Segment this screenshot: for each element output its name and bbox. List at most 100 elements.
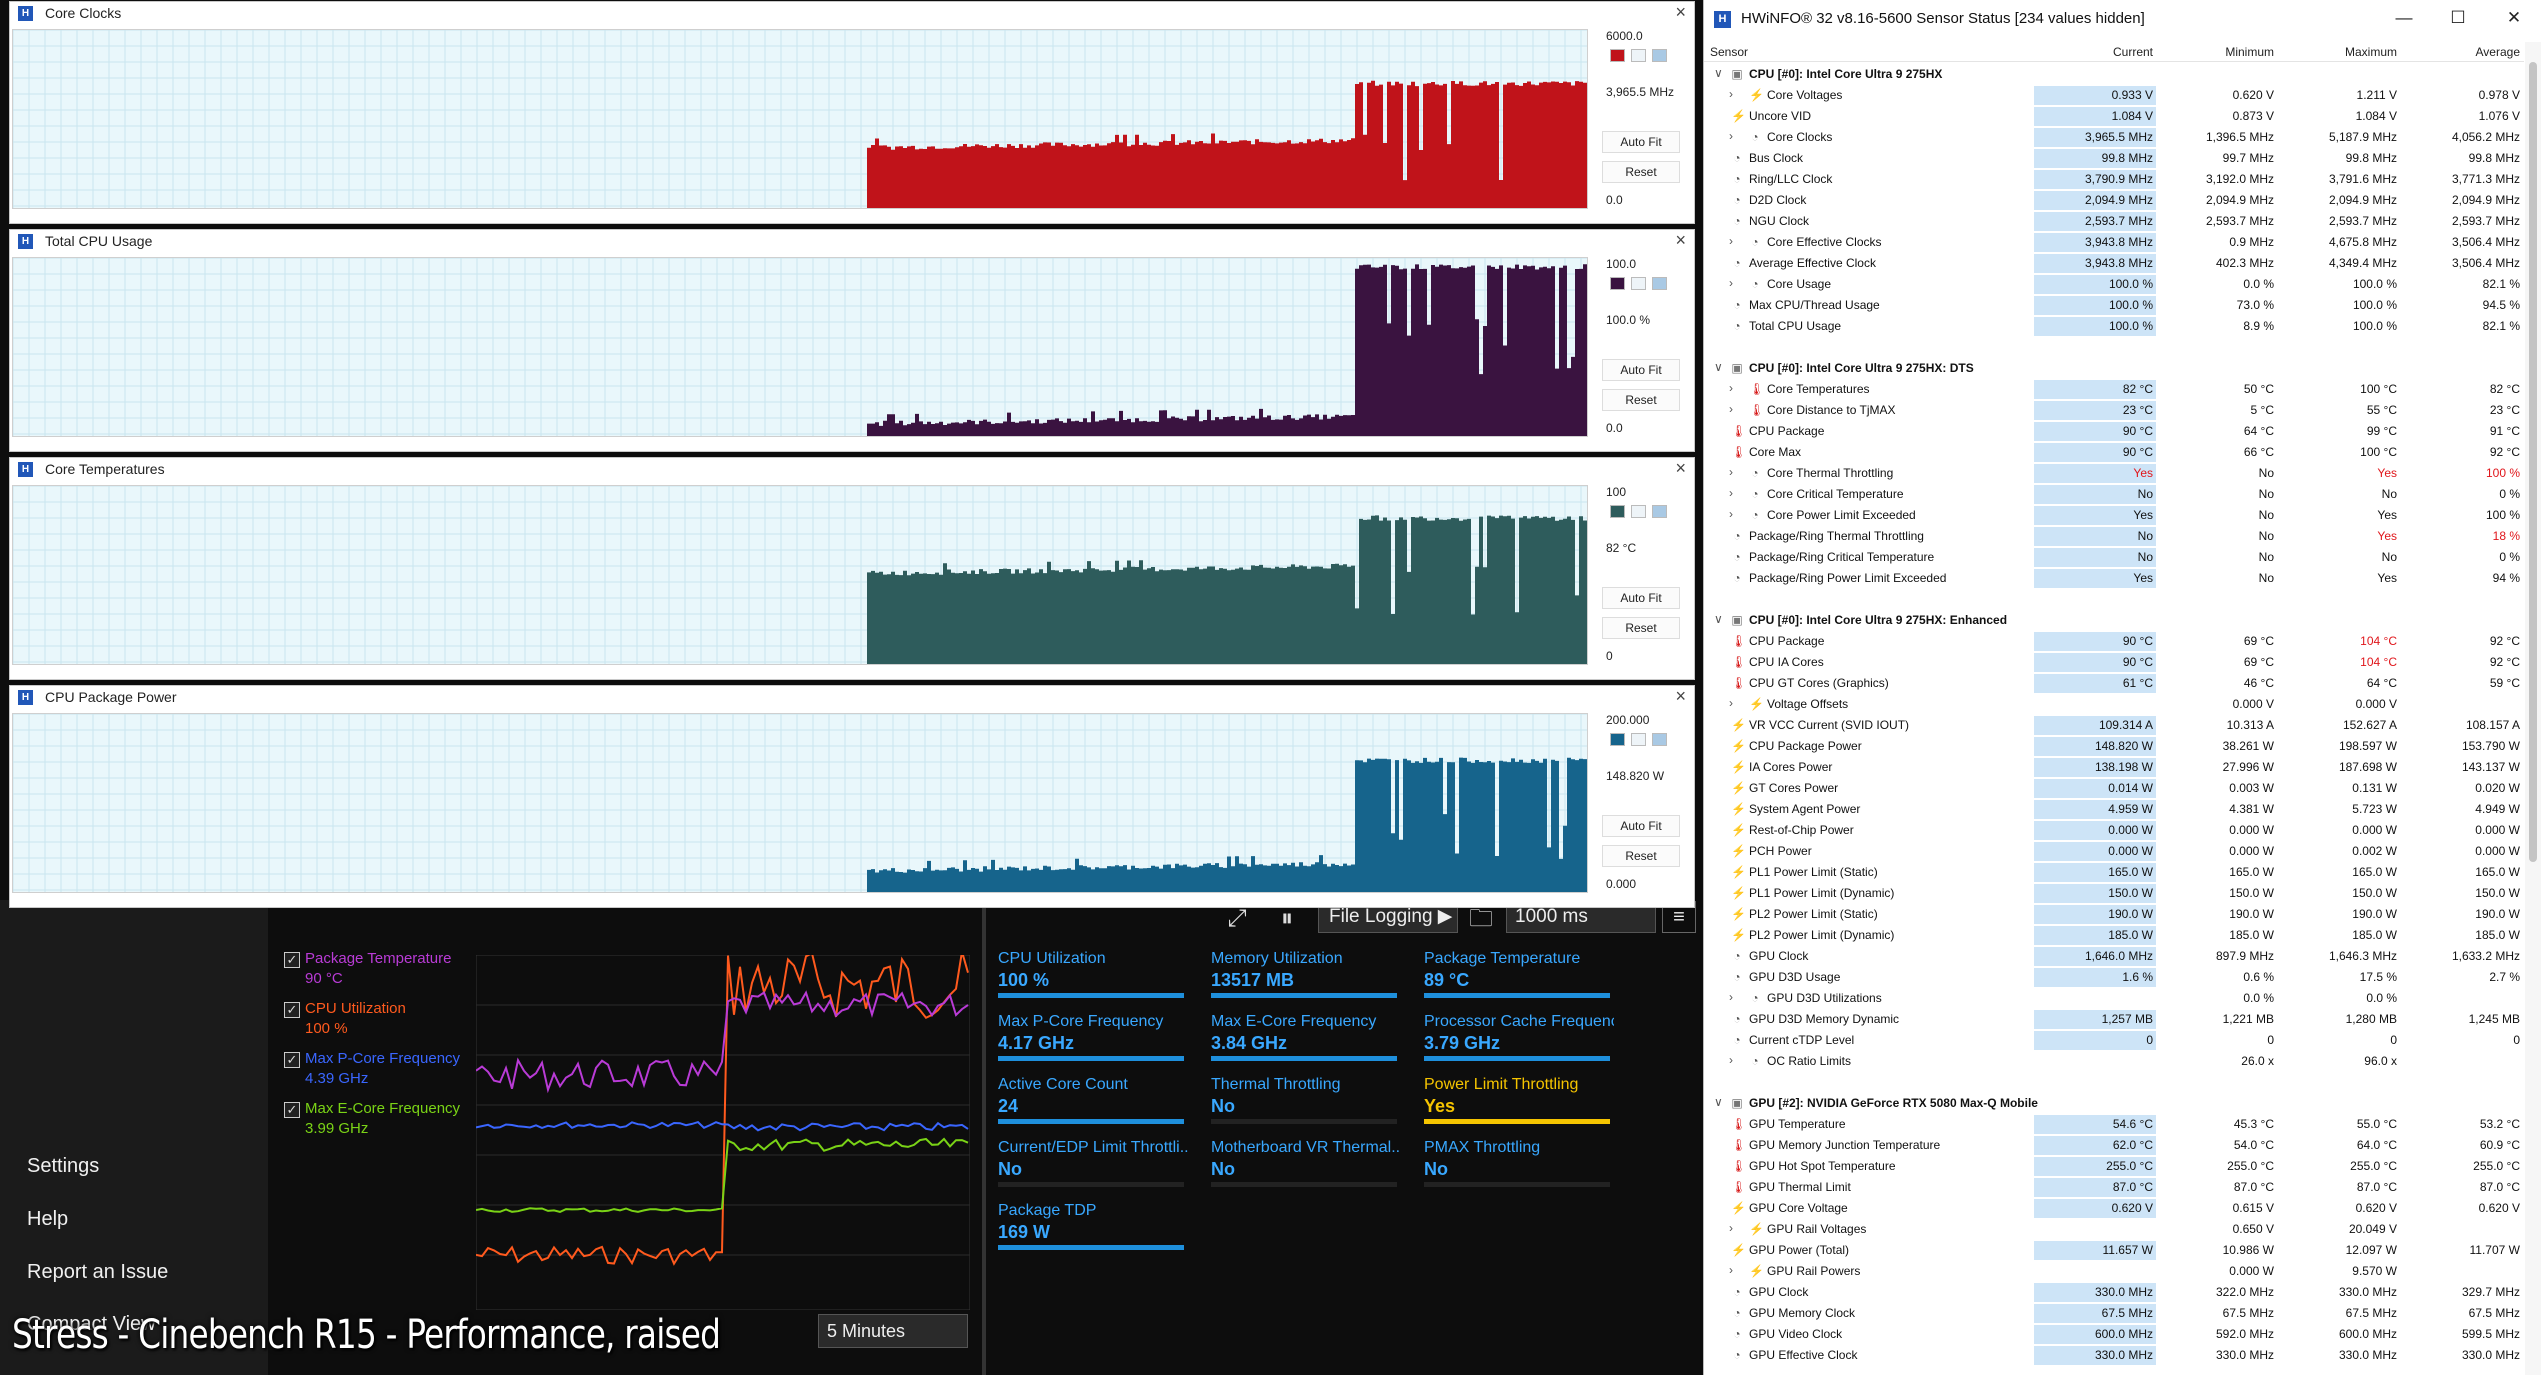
expand-icon[interactable]: › bbox=[1729, 1263, 1733, 1277]
sensor-row[interactable]: ⚡ Rest-of-Chip Power 0.000 W 0.000 W 0.000 W… bbox=[1704, 820, 2524, 841]
sensor-row[interactable]: 🌡 GPU Hot Spot Temperature 255.0 °C 255.0 °… bbox=[1704, 1156, 2524, 1177]
sensor-row[interactable]: ◔ GPU Memory Clock 67.5 MHz 67.5 MHz 67.5 MH… bbox=[1704, 1303, 2524, 1324]
expand-icon[interactable]: › bbox=[1729, 1221, 1733, 1235]
sensor-row[interactable]: ◔ GPU Clock 1,646.0 MHz 897.9 MHz 1,646.3 MH… bbox=[1704, 946, 2524, 967]
sensor-row[interactable]: ◔ Package/Ring Critical Temperature No No No… bbox=[1704, 547, 2524, 568]
sensor-row[interactable]: 🌡 CPU GT Cores (Graphics) 61 °C 46 °C 64 °C 5… bbox=[1704, 673, 2524, 694]
collapse-icon[interactable]: ∨ bbox=[1714, 66, 1723, 80]
sensor-group[interactable]: ∨ ▣ CPU [#0]: Intel Core Ultra 9 275HX: DT… bbox=[1704, 358, 2524, 379]
expand-icon[interactable]: › bbox=[1729, 1053, 1733, 1067]
graph-background-swatch[interactable] bbox=[1631, 733, 1646, 746]
graph-background-swatch[interactable] bbox=[1631, 277, 1646, 290]
legend-checkbox[interactable]: ✓ bbox=[284, 1052, 300, 1068]
collapse-icon[interactable]: ∨ bbox=[1714, 360, 1723, 374]
sensor-row[interactable]: 🌡 CPU IA Cores 90 °C 69 °C 104 °C 92 °C bbox=[1704, 652, 2524, 673]
sensor-row[interactable]: ⚡ PL1 Power Limit (Dynamic) 150.0 W 150.0 W… bbox=[1704, 883, 2524, 904]
sensor-row[interactable]: 🌡 GPU Thermal Limit 87.0 °C 87.0 °C 87.0 °C 8… bbox=[1704, 1177, 2524, 1198]
sensor-row[interactable]: ⚡ PL2 Power Limit (Static) 190.0 W 190.0 W 1… bbox=[1704, 904, 2524, 925]
sensor-row[interactable]: ⚡ GPU Power (Total) 11.657 W 10.986 W 12.097… bbox=[1704, 1240, 2524, 1261]
col-sensor[interactable]: Sensor bbox=[1710, 45, 1748, 59]
close-icon[interactable]: × bbox=[1675, 686, 1686, 707]
sensor-row[interactable]: › 🌡 Core Distance to TjMAX 23 °C 5 °C 55 °C 23… bbox=[1704, 400, 2524, 421]
expand-icon[interactable]: › bbox=[1729, 696, 1733, 710]
legend-checkbox[interactable]: ✓ bbox=[284, 1002, 300, 1018]
graph-grid-swatch[interactable] bbox=[1652, 49, 1667, 62]
graph-window[interactable]: H CPU Package Power × 200.000 148.820 W Auto … bbox=[9, 685, 1695, 908]
sensor-row[interactable]: ◔ GPU D3D Memory Dynamic 1,257 MB 1,221 MB 1… bbox=[1704, 1009, 2524, 1030]
collapse-icon[interactable]: ∨ bbox=[1714, 1095, 1723, 1109]
expand-icon[interactable]: › bbox=[1729, 87, 1733, 101]
sensor-row[interactable]: › ◔ Core Critical Temperature No No No 0 % bbox=[1704, 484, 2524, 505]
help-link[interactable]: Help bbox=[27, 1208, 68, 1231]
sensor-row[interactable]: › ◔ Core Effective Clocks 3,943.8 MHz 0.9 MH… bbox=[1704, 232, 2524, 253]
close-icon[interactable]: × bbox=[1675, 2, 1686, 23]
sensor-row[interactable]: › ◔ GPU D3D Utilizations 0.0 % 0.0 % bbox=[1704, 988, 2524, 1009]
close-icon[interactable]: × bbox=[1675, 458, 1686, 479]
sensor-row[interactable]: ⚡ PL2 Power Limit (Dynamic) 185.0 W 185.0 W… bbox=[1704, 925, 2524, 946]
sensor-row[interactable]: ⚡ GPU Core Voltage 0.620 V 0.615 V 0.620 V 0.… bbox=[1704, 1198, 2524, 1219]
sensor-row[interactable]: › 🌡 Core Temperatures 82 °C 50 °C 100 °C 82 °C bbox=[1704, 379, 2524, 400]
scrollbar[interactable] bbox=[2525, 42, 2541, 1375]
sensor-group[interactable]: ∨ ▣ CPU [#0]: Intel Core Ultra 9 275HX bbox=[1704, 64, 2524, 85]
sensor-row[interactable]: ◔ GPU Clock 330.0 MHz 322.0 MHz 330.0 MHz 329… bbox=[1704, 1282, 2524, 1303]
sensor-row[interactable]: ◔ GPU Video Clock 600.0 MHz 592.0 MHz 600.0 … bbox=[1704, 1324, 2524, 1345]
sensor-group[interactable]: ∨ ▣ CPU [#0]: Intel Core Ultra 9 275HX: En… bbox=[1704, 610, 2524, 631]
close-icon[interactable]: × bbox=[1675, 230, 1686, 251]
expand-icon[interactable]: › bbox=[1729, 276, 1733, 290]
sensor-row[interactable]: › ◔ Core Usage 100.0 % 0.0 % 100.0 % 82.1 % bbox=[1704, 274, 2524, 295]
reset-button[interactable]: Reset bbox=[1602, 389, 1680, 411]
sensor-row[interactable]: ◔ Bus Clock 99.8 MHz 99.7 MHz 99.8 MHz 99.8 M… bbox=[1704, 148, 2524, 169]
sensor-row[interactable]: ◔ GPU D3D Usage 1.6 % 0.6 % 17.5 % 2.7 % bbox=[1704, 967, 2524, 988]
auto-fit-button[interactable]: Auto Fit bbox=[1602, 131, 1680, 153]
sensor-row[interactable]: ⚡ VR VCC Current (SVID IOUT) 109.314 A 10.3… bbox=[1704, 715, 2524, 736]
scrollbar-thumb[interactable] bbox=[2529, 62, 2537, 862]
col-minimum[interactable]: Minimum bbox=[2156, 45, 2274, 59]
sensor-row[interactable]: ⚡ PCH Power 0.000 W 0.000 W 0.002 W 0.000 W bbox=[1704, 841, 2524, 862]
expand-icon[interactable]: › bbox=[1729, 234, 1733, 248]
collapse-icon[interactable]: ∨ bbox=[1714, 612, 1723, 626]
sensor-row[interactable]: › ◔ Core Power Limit Exceeded Yes No Yes 100 % bbox=[1704, 505, 2524, 526]
graph-window[interactable]: H Core Clocks × 6000.0 3,965.5 MHz Auto Fit Re… bbox=[9, 1, 1695, 224]
graph-title-bar[interactable]: H Total CPU Usage × bbox=[10, 230, 1694, 252]
expand-icon[interactable]: › bbox=[1729, 381, 1733, 395]
sensor-row[interactable]: ⚡ PL1 Power Limit (Static) 165.0 W 165.0 W 1… bbox=[1704, 862, 2524, 883]
sensor-row[interactable]: ⚡ System Agent Power 4.959 W 4.381 W 5.723 W… bbox=[1704, 799, 2524, 820]
sensor-row[interactable]: 🌡 GPU Temperature 54.6 °C 45.3 °C 55.0 °C 53.… bbox=[1704, 1114, 2524, 1135]
sensor-row[interactable]: › ⚡ GPU Rail Powers 0.000 W 9.570 W bbox=[1704, 1261, 2524, 1282]
sensor-row[interactable]: ◔ Package/Ring Power Limit Exceeded Yes No Y… bbox=[1704, 568, 2524, 589]
graph-grid-swatch[interactable] bbox=[1652, 505, 1667, 518]
graph-grid-swatch[interactable] bbox=[1652, 277, 1667, 290]
sensor-row[interactable]: 🌡 Core Max 90 °C 66 °C 100 °C 92 °C bbox=[1704, 442, 2524, 463]
col-current[interactable]: Current bbox=[2034, 45, 2153, 59]
expand-icon[interactable]: › bbox=[1729, 402, 1733, 416]
reset-button[interactable]: Reset bbox=[1602, 617, 1680, 639]
graph-title-bar[interactable]: H CPU Package Power × bbox=[10, 686, 1694, 708]
expand-icon[interactable]: › bbox=[1729, 507, 1733, 521]
graph-color-swatch[interactable] bbox=[1610, 733, 1625, 746]
sensor-row[interactable]: 🌡 CPU Package 90 °C 69 °C 104 °C 92 °C bbox=[1704, 631, 2524, 652]
graph-grid-swatch[interactable] bbox=[1652, 733, 1667, 746]
legend-checkbox[interactable]: ✓ bbox=[284, 952, 300, 968]
reset-button[interactable]: Reset bbox=[1602, 161, 1680, 183]
sensor-row[interactable]: › ⚡ Voltage Offsets 0.000 V 0.000 V bbox=[1704, 694, 2524, 715]
graph-title-bar[interactable]: H Core Clocks × bbox=[10, 2, 1694, 24]
expand-icon[interactable]: › bbox=[1729, 465, 1733, 479]
auto-fit-button[interactable]: Auto Fit bbox=[1602, 815, 1680, 837]
graph-window[interactable]: H Core Temperatures × 100 82 °C Auto Fit Reset… bbox=[9, 457, 1695, 680]
sensor-row[interactable]: › ⚡ GPU Rail Voltages 0.650 V 20.049 V bbox=[1704, 1219, 2524, 1240]
duration-select[interactable]: 5 Minutes bbox=[818, 1314, 968, 1348]
expand-icon[interactable]: › bbox=[1729, 990, 1733, 1004]
sensor-row[interactable]: 🌡 GPU Memory Junction Temperature 62.0 °C 5… bbox=[1704, 1135, 2524, 1156]
report-issue-link[interactable]: Report an Issue bbox=[27, 1261, 168, 1284]
col-average[interactable]: Average bbox=[2400, 45, 2520, 59]
sensor-group[interactable]: ∨ ▣ GPU [#2]: NVIDIA GeForce RTX 5080 Max-… bbox=[1704, 1093, 2524, 1114]
maximize-icon[interactable]: ☐ bbox=[2438, 5, 2478, 31]
auto-fit-button[interactable]: Auto Fit bbox=[1602, 359, 1680, 381]
sensor-row[interactable]: ◔ Package/Ring Thermal Throttling No No Yes 1… bbox=[1704, 526, 2524, 547]
graph-background-swatch[interactable] bbox=[1631, 49, 1646, 62]
sensor-row[interactable]: ◔ GPU Effective Clock 330.0 MHz 330.0 MHz 33… bbox=[1704, 1345, 2524, 1366]
minimize-icon[interactable]: — bbox=[2384, 5, 2424, 31]
sensor-row[interactable]: 🌡 CPU Package 90 °C 64 °C 99 °C 91 °C bbox=[1704, 421, 2524, 442]
sensor-row[interactable]: › ◔ Core Thermal Throttling Yes No Yes 100 % bbox=[1704, 463, 2524, 484]
expand-icon[interactable]: › bbox=[1729, 129, 1733, 143]
